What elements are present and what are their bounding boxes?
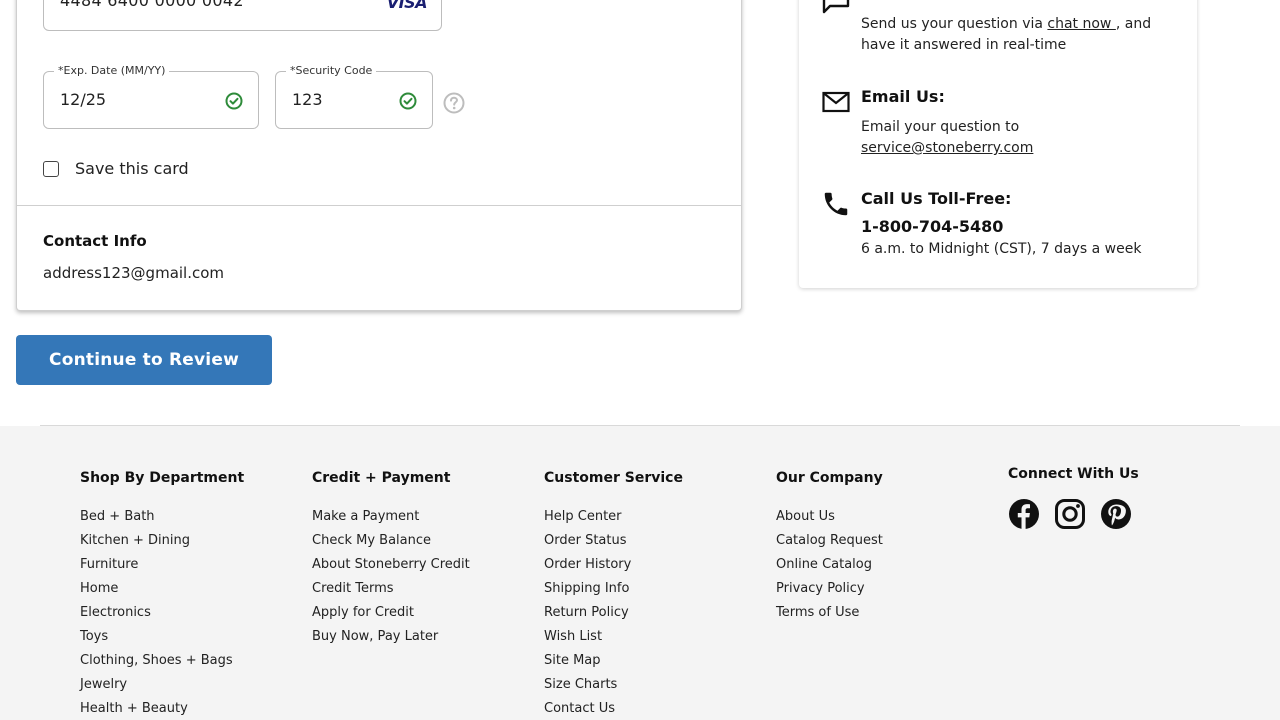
- footer-link[interactable]: Bed + Bath: [80, 508, 244, 532]
- footer-link[interactable]: Toys: [80, 628, 244, 652]
- footer-link[interactable]: Order Status: [544, 532, 683, 556]
- footer-link[interactable]: Furniture: [80, 556, 244, 580]
- footer-col-title: Customer Service: [544, 470, 683, 486]
- check-circle-icon: [225, 92, 243, 110]
- footer-link[interactable]: Clothing, Shoes + Bags: [80, 652, 244, 676]
- footer-link[interactable]: About Stoneberry Credit: [312, 556, 470, 580]
- footer-col-title: Credit + Payment: [312, 470, 451, 486]
- save-card-label[interactable]: Save this card: [75, 159, 189, 178]
- save-card-checkbox[interactable]: [43, 160, 59, 177]
- footer-link[interactable]: Make a Payment: [312, 508, 470, 532]
- footer-link[interactable]: Size Charts: [544, 676, 683, 700]
- email-us-title: Email Us:: [861, 87, 945, 106]
- pinterest-icon[interactable]: [1100, 498, 1132, 530]
- footer-link[interactable]: Wish List: [544, 628, 683, 652]
- continue-to-review-button[interactable]: Continue to Review: [16, 335, 272, 385]
- visa-icon: VISA: [386, 0, 428, 12]
- mail-icon: [822, 91, 850, 113]
- footer: Shop By Department Bed + Bath Kitchen + …: [0, 426, 1280, 720]
- footer-link[interactable]: Kitchen + Dining: [80, 532, 244, 556]
- instagram-icon[interactable]: [1054, 498, 1086, 530]
- help-box: Send us your question via chat now , and…: [799, 0, 1197, 288]
- footer-col-title: Connect With Us: [1008, 466, 1139, 482]
- footer-link[interactable]: Credit Terms: [312, 580, 470, 604]
- footer-link[interactable]: Apply for Credit: [312, 604, 470, 628]
- chat-text: Send us your question via chat now , and…: [861, 14, 1181, 56]
- security-code-label: *Security Code: [286, 64, 377, 77]
- footer-link[interactable]: About Us: [776, 508, 883, 532]
- footer-link[interactable]: Health + Beauty: [80, 700, 244, 720]
- social-links: [1008, 498, 1139, 530]
- check-circle-icon: [399, 92, 417, 110]
- chat-icon: [822, 0, 850, 14]
- phone-icon: [824, 192, 848, 216]
- help-icon[interactable]: [443, 92, 465, 114]
- save-card-row[interactable]: Save this card: [43, 159, 189, 178]
- contact-info-title: Contact Info: [43, 232, 147, 250]
- email-text: Email your question to: [861, 119, 1020, 135]
- footer-link[interactable]: Terms of Use: [776, 604, 883, 628]
- exp-date-field[interactable]: *Exp. Date (MM/YY) 12/25: [43, 64, 259, 129]
- footer-col-company: Our Company About Us Catalog Request Onl…: [776, 470, 883, 628]
- footer-link[interactable]: Home: [80, 580, 244, 604]
- footer-col-social: Connect With Us: [1008, 466, 1139, 530]
- footer-col-title: Our Company: [776, 470, 883, 486]
- footer-col-shop: Shop By Department Bed + Bath Kitchen + …: [80, 470, 244, 720]
- footer-col-service: Customer Service Help Center Order Statu…: [544, 470, 683, 720]
- footer-link[interactable]: Buy Now, Pay Later: [312, 628, 470, 652]
- footer-link[interactable]: Help Center: [544, 508, 683, 532]
- chat-now-link[interactable]: chat now: [1047, 16, 1115, 32]
- footer-link[interactable]: Check My Balance: [312, 532, 470, 556]
- footer-link[interactable]: Order History: [544, 556, 683, 580]
- footer-link[interactable]: Online Catalog: [776, 556, 883, 580]
- phone-number[interactable]: 1-800-704-5480: [861, 217, 1003, 236]
- card-number-value: 4484 6400 0000 0042: [60, 0, 244, 10]
- facebook-icon[interactable]: [1008, 498, 1040, 530]
- exp-date-value: 12/25: [60, 90, 107, 109]
- footer-link[interactable]: Electronics: [80, 604, 244, 628]
- footer-col-title: Shop By Department: [80, 470, 245, 486]
- phone-hours: 6 a.m. to Midnight (CST), 7 days a week: [861, 241, 1142, 257]
- security-code-value: 123: [292, 90, 323, 109]
- payment-card: 4484 6400 0000 0042 VISA *Exp. Date (MM/…: [16, 0, 742, 311]
- footer-link[interactable]: Shipping Info: [544, 580, 683, 604]
- call-us-title: Call Us Toll-Free:: [861, 189, 1012, 208]
- security-code-field[interactable]: *Security Code 123: [275, 64, 433, 129]
- divider: [17, 205, 741, 206]
- contact-email: address123@gmail.com: [43, 264, 225, 282]
- footer-link[interactable]: Return Policy: [544, 604, 683, 628]
- exp-date-label: *Exp. Date (MM/YY): [54, 64, 170, 77]
- card-number-field[interactable]: 4484 6400 0000 0042 VISA: [43, 0, 442, 31]
- chat-prefix: Send us your question via: [861, 16, 1048, 32]
- footer-link[interactable]: Jewelry: [80, 676, 244, 700]
- email-link[interactable]: service@stoneberry.com: [861, 138, 1033, 159]
- footer-link[interactable]: Site Map: [544, 652, 683, 676]
- footer-col-credit: Credit + Payment Make a Payment Check My…: [312, 470, 470, 652]
- footer-link[interactable]: Contact Us: [544, 700, 683, 720]
- footer-link[interactable]: Catalog Request: [776, 532, 883, 556]
- footer-link[interactable]: Privacy Policy: [776, 580, 883, 604]
